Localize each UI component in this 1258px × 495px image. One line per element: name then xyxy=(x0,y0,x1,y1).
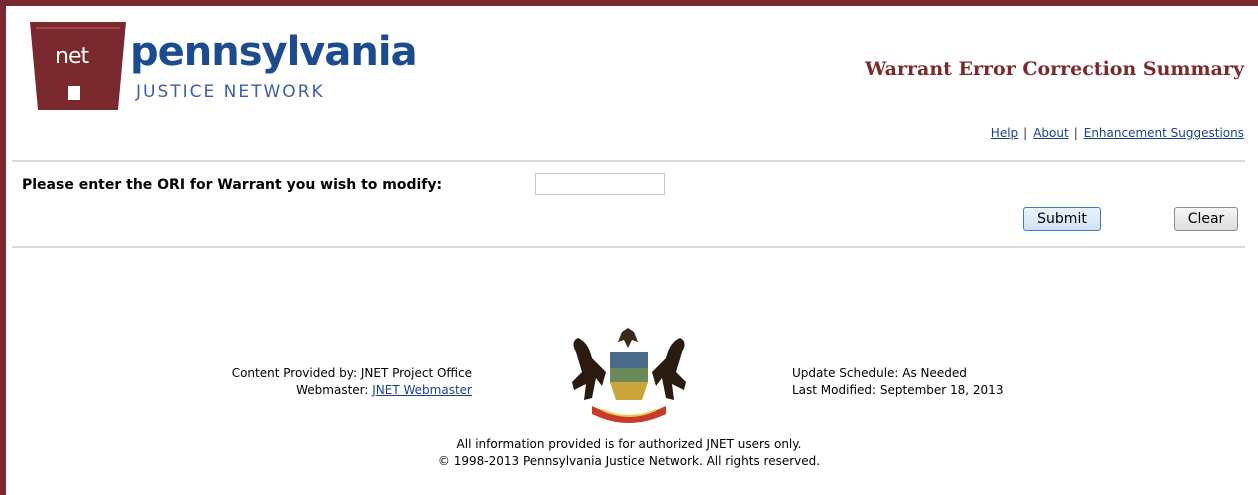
link-separator: | xyxy=(1073,126,1078,140)
update-schedule-text: Update Schedule: As Needed xyxy=(792,366,967,380)
authorized-users-notice: All information provided is for authoriz… xyxy=(456,437,802,451)
page-frame-left xyxy=(0,0,6,495)
top-links: Help | About | Enhancement Suggestions xyxy=(991,126,1244,140)
divider-top xyxy=(12,160,1245,162)
pennsylvania-seal-icon xyxy=(572,328,686,423)
page-frame-top xyxy=(0,0,1258,6)
webmaster-label: Webmaster: xyxy=(296,383,369,397)
enhancement-suggestions-link[interactable]: Enhancement Suggestions xyxy=(1084,126,1244,140)
about-link[interactable]: About xyxy=(1033,126,1068,140)
divider-bottom xyxy=(12,246,1245,248)
page-title: Warrant Error Correction Summary xyxy=(864,58,1244,80)
ori-input[interactable] xyxy=(535,173,665,195)
help-link[interactable]: Help xyxy=(991,126,1018,140)
ori-prompt-label: Please enter the ORI for Warrant you wis… xyxy=(22,177,443,193)
footer-left: Content Provided by: JNET Project Office… xyxy=(150,365,472,399)
content-provided-text: Content Provided by: JNET Project Office xyxy=(231,366,472,380)
logo-pennsylvania-text: pennsylvania xyxy=(130,29,418,75)
logo-net-text: net xyxy=(55,44,89,69)
copyright-text: © 1998-2013 Pennsylvania Justice Network… xyxy=(437,454,821,468)
logo-justice-network-text: JUSTICE NETWORK xyxy=(136,82,325,102)
submit-button[interactable]: Submit xyxy=(1023,207,1101,231)
webmaster-link[interactable]: JNET Webmaster xyxy=(372,383,472,397)
footer-right: Update Schedule: As Needed Last Modified… xyxy=(792,365,1003,399)
footer-notice: All information provided is for authoriz… xyxy=(0,436,1258,470)
link-separator: | xyxy=(1023,126,1028,140)
clear-button[interactable]: Clear xyxy=(1174,207,1238,231)
last-modified-text: Last Modified: September 18, 2013 xyxy=(792,383,1004,397)
jnet-logo[interactable]: net pennsylvania JUSTICE NETWORK xyxy=(28,20,428,115)
webmaster-line: Webmaster: JNET Webmaster xyxy=(150,382,472,399)
